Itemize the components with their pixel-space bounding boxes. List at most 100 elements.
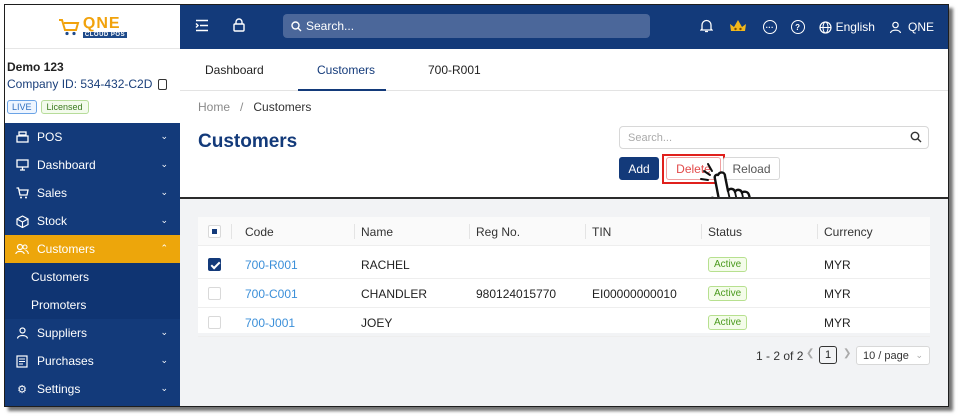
sidebar-item-label: Suppliers bbox=[37, 326, 88, 340]
customer-currency: MYR bbox=[824, 315, 851, 330]
customer-code-link[interactable]: 700-C001 bbox=[245, 279, 298, 308]
column-separator bbox=[817, 224, 818, 239]
copy-icon[interactable] bbox=[158, 78, 168, 90]
customer-reg-no: 980124015770 bbox=[476, 286, 557, 301]
customer-name: RACHEL bbox=[361, 257, 410, 272]
box-icon bbox=[15, 214, 29, 228]
top-right-actions: ··· ? English QNE bbox=[699, 5, 934, 49]
customer-currency: MYR bbox=[824, 286, 851, 301]
bell-icon[interactable] bbox=[699, 19, 714, 36]
global-search-input[interactable]: Search... bbox=[283, 14, 650, 38]
sidebar-item-dashboard[interactable]: Dashboard ⌄ bbox=[5, 151, 180, 179]
customer-code-link[interactable]: 700-R001 bbox=[245, 250, 298, 279]
page-title: Customers bbox=[198, 131, 298, 152]
column-separator bbox=[585, 224, 586, 239]
breadcrumb-home[interactable]: Home bbox=[198, 100, 230, 114]
column-header-tin[interactable]: TIN bbox=[592, 217, 611, 246]
page-number-button[interactable]: 1 bbox=[819, 346, 837, 364]
app-window: QNE CLOUD POS Demo 123 Company ID: 534-4… bbox=[4, 4, 949, 407]
prev-page-icon[interactable]: ❮ bbox=[806, 348, 814, 359]
sidebar-item-label: Settings bbox=[37, 382, 81, 396]
customer-code-link[interactable]: 700-J001 bbox=[245, 308, 295, 337]
row-checkbox[interactable] bbox=[208, 287, 221, 300]
pagination-range: 1 - 2 of 2 bbox=[756, 349, 804, 363]
tab-700-r001[interactable]: 700-R001 bbox=[428, 49, 481, 91]
breadcrumb-separator: / bbox=[240, 100, 244, 114]
crown-mascot-icon[interactable] bbox=[727, 18, 749, 37]
chevron-down-icon: ⌄ bbox=[160, 355, 168, 365]
user-icon bbox=[889, 21, 902, 33]
document-icon bbox=[15, 354, 29, 368]
chat-icon[interactable]: ··· bbox=[762, 20, 777, 34]
chevron-down-icon: ⌄ bbox=[160, 131, 168, 141]
sidebar-item-suppliers[interactable]: Suppliers ⌄ bbox=[5, 319, 180, 347]
column-separator bbox=[469, 224, 470, 239]
page-tabs: Dashboard Customers 700-R001 bbox=[180, 49, 948, 91]
status-badge: Active bbox=[708, 286, 748, 301]
tab-customers[interactable]: Customers bbox=[317, 49, 375, 91]
top-bar: Search... ··· ? English QNE bbox=[180, 5, 948, 49]
sidebar-item-purchases[interactable]: Purchases ⌄ bbox=[5, 347, 180, 375]
language-label: English bbox=[835, 20, 875, 34]
sidebar-item-label: Purchases bbox=[37, 354, 94, 368]
chevron-down-icon: ⌄ bbox=[915, 350, 923, 360]
column-header-code[interactable]: Code bbox=[245, 217, 274, 246]
register-icon bbox=[15, 130, 29, 144]
chevron-down-icon: ⌄ bbox=[160, 187, 168, 197]
logo-area: QNE CLOUD POS bbox=[5, 5, 180, 49]
column-separator bbox=[701, 224, 702, 239]
tab-dashboard[interactable]: Dashboard bbox=[205, 49, 264, 91]
globe-icon bbox=[819, 20, 832, 34]
sidebar-item-settings[interactable]: ⚙ Settings ⌄ bbox=[5, 375, 180, 403]
sidebar-item-label: Dashboard bbox=[37, 158, 96, 172]
help-icon[interactable]: ? bbox=[790, 20, 805, 34]
licensed-badge: Licensed bbox=[40, 100, 89, 114]
sidebar-item-stock[interactable]: Stock ⌄ bbox=[5, 207, 180, 235]
page-size-select[interactable]: 10 / page ⌄ bbox=[856, 346, 930, 365]
language-selector[interactable]: English bbox=[819, 20, 875, 34]
sidebar-item-sales[interactable]: Sales ⌄ bbox=[5, 179, 180, 207]
sidebar-menu: POS ⌄ Dashboard ⌄ Sales ⌄ Stock ⌄ Custom… bbox=[5, 123, 180, 406]
column-header-name[interactable]: Name bbox=[361, 217, 393, 246]
table-header: Code Name Reg No. TIN Status Currency bbox=[198, 217, 930, 246]
sidebar-item-label: Stock bbox=[37, 214, 68, 228]
chevron-down-icon: ⌄ bbox=[160, 215, 168, 225]
add-button[interactable]: Add bbox=[619, 157, 659, 180]
table-row[interactable]: 700-C001 CHANDLER 980124015770 EI0000000… bbox=[198, 279, 930, 308]
chevron-down-icon: ⌄ bbox=[160, 327, 168, 337]
lock-icon[interactable] bbox=[233, 18, 245, 32]
company-id-text: Company ID: 534-432-C2D bbox=[7, 77, 153, 91]
table-row[interactable]: 700-R001 RACHEL Active MYR bbox=[198, 250, 930, 279]
chevron-up-icon: ⌃ bbox=[160, 243, 168, 253]
company-id: Company ID: 534-432-C2D bbox=[7, 77, 180, 91]
sidebar-item-pos[interactable]: POS ⌄ bbox=[5, 123, 180, 151]
global-search-placeholder: Search... bbox=[306, 19, 355, 33]
qne-logo: QNE CLOUD POS bbox=[58, 15, 128, 38]
row-checkbox[interactable] bbox=[208, 316, 221, 329]
logo-subtext: CLOUD POS bbox=[82, 31, 128, 38]
sidebar-subitem-promoters[interactable]: Promoters bbox=[5, 291, 180, 319]
column-header-currency[interactable]: Currency bbox=[824, 217, 873, 246]
customers-table: Code Name Reg No. TIN Status Currency 70… bbox=[198, 217, 930, 337]
cart-logo-icon bbox=[58, 18, 80, 35]
sidebar: QNE CLOUD POS Demo 123 Company ID: 534-4… bbox=[5, 5, 180, 406]
column-header-status[interactable]: Status bbox=[708, 217, 742, 246]
next-page-icon[interactable]: ❯ bbox=[843, 348, 851, 359]
sidebar-subitem-customers[interactable]: Customers bbox=[5, 263, 180, 291]
customer-name: CHANDLER bbox=[361, 286, 428, 301]
table-row[interactable]: 700-J001 JOEY Active MYR bbox=[198, 308, 930, 337]
customer-currency: MYR bbox=[824, 257, 851, 272]
gear-icon: ⚙ bbox=[17, 383, 27, 396]
page-size-label: 10 / page bbox=[863, 349, 909, 362]
customer-search-input[interactable] bbox=[619, 126, 929, 149]
search-icon[interactable] bbox=[910, 131, 922, 143]
sidebar-item-label: Customers bbox=[37, 242, 96, 256]
row-checkbox[interactable] bbox=[208, 258, 221, 271]
company-info: Demo 123 Company ID: 534-432-C2D LIVE Li… bbox=[5, 49, 180, 123]
live-badge: LIVE bbox=[7, 100, 37, 114]
user-menu[interactable]: QNE bbox=[889, 20, 934, 34]
column-header-reg-no[interactable]: Reg No. bbox=[476, 217, 520, 246]
select-all-checkbox[interactable] bbox=[208, 225, 221, 238]
menu-collapse-icon[interactable] bbox=[195, 19, 209, 32]
sidebar-item-customers[interactable]: Customers ⌃ bbox=[5, 235, 180, 263]
